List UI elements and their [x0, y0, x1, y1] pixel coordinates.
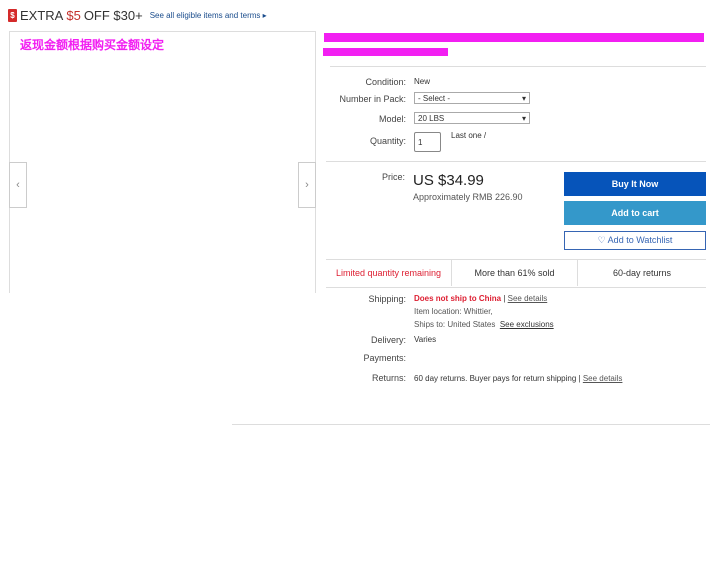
highlight-sold: More than 61% sold: [452, 260, 578, 286]
terms-link[interactable]: See all eligible items and terms ▸: [150, 11, 267, 20]
highlight-returns: 60-day returns: [612, 268, 672, 278]
divider: [326, 161, 706, 162]
ships-to-line: Ships to: United States See exclusions: [414, 320, 554, 329]
returns-details-link[interactable]: See details: [583, 374, 623, 383]
price-value: US $34.99: [413, 172, 484, 189]
condition-value: New: [414, 77, 431, 86]
next-image-button[interactable]: ›: [298, 162, 316, 208]
promo-amount: $5: [66, 8, 81, 23]
delivery-label: Delivery:: [370, 335, 406, 345]
pack-label: Number in Pack:: [339, 94, 406, 104]
pack-select[interactable]: - Select - ▾: [414, 92, 530, 104]
quantity-input[interactable]: 1: [414, 132, 441, 152]
shipping-label: Shipping:: [368, 294, 406, 304]
prev-image-button[interactable]: ‹: [9, 162, 27, 208]
see-exclusions-link[interactable]: See exclusions: [500, 320, 554, 329]
condition-label: Condition:: [365, 77, 406, 87]
pack-select-value: - Select -: [418, 93, 451, 103]
add-to-cart-button[interactable]: Add to cart: [564, 201, 706, 225]
divider: [326, 287, 706, 288]
image-gallery: [9, 31, 316, 293]
quantity-label: Quantity:: [369, 136, 406, 146]
model-select-value: 20 LBS: [418, 113, 445, 123]
buy-it-now-button[interactable]: Buy It Now: [564, 172, 706, 196]
model-select[interactable]: 20 LBS ▾: [414, 112, 530, 124]
promo-off: OFF $30+: [83, 8, 143, 23]
promo-banner: $ EXTRA $5 OFF $30+ See all eligible ite…: [8, 8, 267, 23]
price-approx: Approximately RMB 226.90: [413, 192, 523, 202]
price-label: Price:: [382, 172, 406, 182]
delivery-value: Varies: [414, 335, 437, 344]
divider: [232, 424, 710, 425]
returns-line: 60 day returns. Buyer pays for return sh…: [414, 374, 622, 383]
add-to-watchlist-button[interactable]: ♡ Add to Watchlist: [564, 231, 706, 250]
item-location: Item location: Whittier,: [414, 307, 493, 316]
ships-to: Ships to: United States: [414, 320, 496, 329]
stock-text: Last one /: [451, 131, 487, 140]
highlights-bar: Limited quantity remaining More than 61%…: [326, 260, 706, 286]
shipping-line: Does not ship to China | See details: [414, 294, 547, 303]
price-tag-icon: $: [8, 9, 17, 22]
shipping-status: Does not ship to China: [414, 294, 502, 303]
shipping-details-link[interactable]: See details: [508, 294, 548, 303]
chevron-down-icon: ▾: [521, 113, 526, 123]
redacted-subtitle: [323, 48, 448, 56]
redacted-title: [324, 33, 704, 42]
divider: [330, 66, 706, 67]
payments-label: Payments:: [363, 353, 406, 363]
promo-extra: EXTRA: [20, 8, 64, 23]
cashback-overlay-text: 返现金额根据购买金额设定: [20, 38, 165, 52]
returns-label: Returns:: [371, 373, 406, 383]
model-label: Model:: [378, 114, 406, 124]
highlight-limited: Limited quantity remaining: [326, 260, 452, 286]
returns-value: 60 day returns. Buyer pays for return sh…: [414, 374, 583, 383]
chevron-down-icon: ▾: [521, 93, 526, 103]
